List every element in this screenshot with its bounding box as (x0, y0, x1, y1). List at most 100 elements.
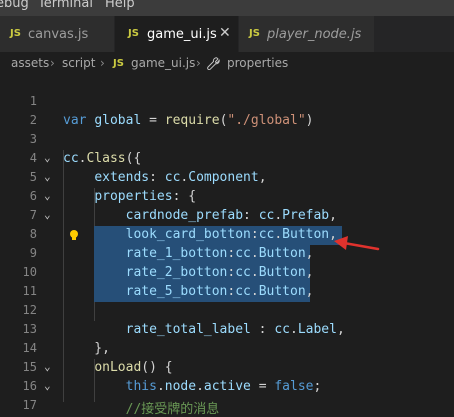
line-number: 14 (22, 341, 37, 355)
code-token: Component (188, 170, 259, 185)
code-token: . (250, 265, 259, 280)
chevron-right-icon: › (100, 56, 105, 70)
code-line: 5 ⌄ extends: cc.Component, (0, 169, 454, 188)
code-token: cc (235, 246, 251, 261)
code-token: , (336, 322, 345, 337)
breadcrumb-symbol[interactable]: properties (227, 56, 288, 70)
code-token: : (250, 322, 275, 337)
chevron-down-icon[interactable]: ⌄ (44, 170, 51, 183)
code-text: rate_5_botton:cc.Button, (63, 284, 314, 299)
breadcrumb-file[interactable]: game_ui.js (131, 56, 195, 70)
code-token: cc (258, 227, 275, 242)
code-line: 12 (0, 302, 454, 321)
code-token: this (125, 379, 157, 394)
code-token: cc (235, 265, 251, 280)
chevron-down-icon[interactable]: ⌄ (44, 189, 51, 202)
line-number: 10 (22, 265, 37, 279)
line-number: 2 (29, 113, 37, 127)
lightbulb-icon[interactable] (68, 229, 80, 241)
code-token: }, (63, 341, 110, 356)
tab-canvas-js[interactable]: JS canvas.js (0, 16, 115, 52)
menu-item-terminal[interactable]: Terminal (38, 0, 93, 11)
js-file-icon: JS (10, 28, 21, 39)
tab-player-node-js[interactable]: JS player_node.js (239, 16, 375, 52)
code-line: 14 }, (0, 340, 454, 359)
line-number: 16 (22, 379, 37, 393)
tab-label: canvas.js (28, 27, 89, 42)
code-token: false (274, 379, 314, 394)
code-line: 6 ⌄ properties: { (0, 188, 454, 207)
code-token: look_card_botton (125, 227, 251, 242)
code-token: Button (258, 246, 306, 261)
line-number: 17 (22, 398, 37, 412)
code-text: }, (63, 341, 110, 356)
code-token: cc (258, 208, 275, 223)
line-number: 1 (29, 94, 37, 108)
chevron-down-icon[interactable]: ⌄ (44, 379, 51, 392)
code-text: this.node.active = false; (63, 379, 322, 394)
line-number: 9 (29, 246, 37, 260)
code-token: Button (258, 265, 306, 280)
code-token: rate_5_botton (125, 284, 228, 299)
code-token: cc (235, 284, 251, 299)
code-line: 17 //接受牌的消息 (0, 397, 454, 417)
code-token: () { (141, 360, 173, 375)
code-token: , (329, 208, 337, 223)
menu-item-help[interactable]: Help (105, 0, 135, 11)
code-line: 3 (0, 131, 454, 150)
code-token: Label (297, 322, 337, 337)
code-token: cc (274, 322, 290, 337)
breadcrumb-assets[interactable]: assets (11, 56, 49, 70)
code-token: cc (63, 151, 79, 166)
menu-item-debug[interactable]: ebug (0, 0, 29, 11)
code-text: rate_1_botton:cc.Button, (63, 246, 314, 261)
code-token: ; (313, 379, 322, 394)
code-token: , (305, 246, 314, 261)
chevron-down-icon[interactable]: ⌄ (44, 360, 51, 373)
code-token: , (305, 265, 314, 280)
code-token: rate_1_botton (125, 246, 228, 261)
line-number: 5 (29, 170, 37, 184)
code-token: , (258, 170, 267, 185)
code-token: extends (94, 170, 150, 185)
code-token: onLoad (94, 360, 142, 375)
breadcrumb-script[interactable]: script (62, 56, 95, 70)
code-text: cc.Class({ (63, 151, 141, 166)
code-token: Prefab (282, 208, 330, 223)
code-token: "./global" (227, 113, 306, 128)
code-line: 10 rate_2_botton:cc.Button, (0, 264, 454, 283)
code-line: 9 rate_1_botton:cc.Button, (0, 245, 454, 264)
chevron-down-icon[interactable]: ⌄ (44, 208, 51, 221)
code-token: . (290, 322, 298, 337)
code-text: cardnode_prefab: cc.Prefab, (63, 208, 337, 223)
code-token: . (274, 227, 283, 242)
code-token: cardnode_prefab (125, 208, 244, 223)
code-token: , (305, 284, 314, 299)
code-text: rate_total_label : cc.Label, (63, 322, 345, 337)
code-text: onLoad() { (63, 360, 173, 375)
code-token: = (250, 379, 275, 394)
code-text: extends: cc.Component, (63, 170, 267, 185)
close-icon[interactable]: ✕ (219, 25, 231, 41)
code-editor[interactable]: 1 2 var global = require("./global") 3 4 ⌄ cc.… (0, 74, 454, 417)
code-token: : (250, 227, 259, 242)
code-line: 4 ⌄ cc.Class({ (0, 150, 454, 169)
code-token: . (274, 208, 283, 223)
code-token: cc (164, 170, 181, 185)
code-token: : { (172, 189, 197, 204)
tab-game-ui-js[interactable]: JS game_ui.js ✕ (115, 16, 239, 52)
code-text: rate_2_botton:cc.Button, (63, 265, 314, 280)
chevron-down-icon[interactable]: ⌄ (44, 151, 51, 164)
code-token: //接受牌的消息 (125, 402, 220, 417)
code-token: properties (94, 189, 173, 204)
code-token: Button (282, 227, 330, 242)
code-token: . (156, 379, 165, 394)
line-number: 3 (29, 132, 37, 146)
line-number: 4 (29, 151, 37, 165)
